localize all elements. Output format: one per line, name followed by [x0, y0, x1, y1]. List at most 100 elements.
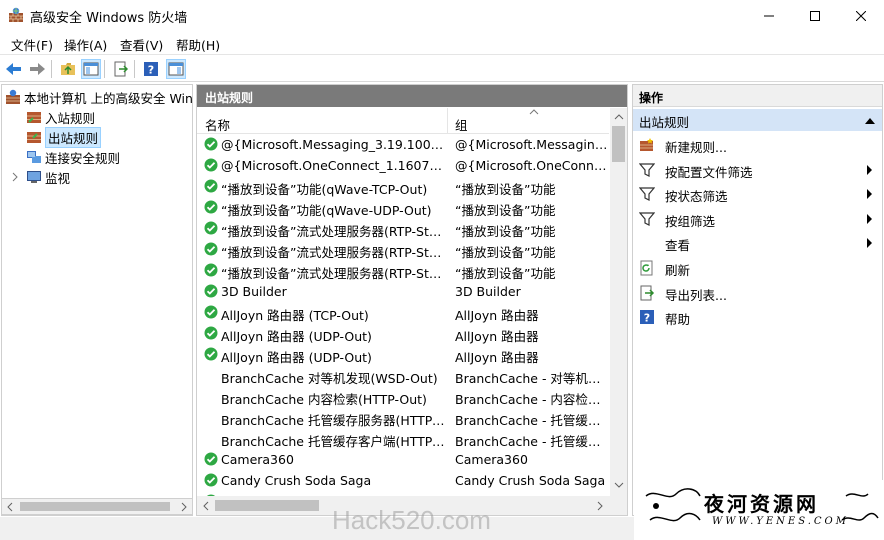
- tree-item-inbound-rules[interactable]: 入站规则: [26, 107, 95, 127]
- scroll-right-icon[interactable]: [595, 501, 605, 511]
- collapse-up-icon[interactable]: [865, 117, 875, 125]
- close-button[interactable]: [838, 0, 884, 31]
- menu-file[interactable]: 文件(F): [11, 35, 53, 54]
- action-label: 新建规则...: [665, 140, 727, 155]
- table-row[interactable]: BranchCache 托管缓存客户端(HTTP-O... BranchCache…: [197, 428, 609, 449]
- firewall-icon: [9, 7, 23, 22]
- table-row[interactable]: AllJoyn 路由器 (UDP-Out) AllJoyn 路由器: [197, 344, 609, 365]
- action-label: 刷新: [665, 263, 691, 278]
- filter-icon: [639, 162, 655, 177]
- menu-bar: 文件(F) 操作(A) 查看(V) 帮助(H): [0, 31, 884, 53]
- action-label: 导出列表...: [665, 287, 727, 303]
- action-item[interactable]: 按状态筛选: [633, 182, 882, 206]
- tree-item-connection-security[interactable]: 连接安全规则: [26, 147, 120, 167]
- rule-group: “播放到设备”功能: [455, 266, 556, 281]
- table-row[interactable]: BranchCache 对等机发现(WSD-Out) BranchCache - …: [197, 365, 609, 386]
- table-row[interactable]: BranchCache 内容检索(HTTP-Out) BranchCache - …: [197, 386, 609, 407]
- enabled-check-icon: [204, 347, 218, 361]
- table-row[interactable]: “播放到设备”流式处理服务器(RTP-Strea... “播放到设备”功能: [197, 239, 609, 260]
- minimize-icon: [764, 15, 774, 16]
- column-group-header[interactable]: 组: [455, 115, 468, 134]
- table-row[interactable]: @{Microsoft.OneConnect_1.1607.6.0_... @{M…: [197, 155, 609, 176]
- rule-group: Candy Crush Soda Saga: [455, 473, 606, 488]
- actions-pane: 操作 出站规则 新建规则... 按配置文件筛选 按状态筛选 按组筛选 查看 刷新 导出列表.…: [632, 84, 883, 516]
- rule-name: “播放到设备”功能(qWave-TCP-Out): [221, 182, 428, 197]
- action-item[interactable]: 导出列表...: [633, 281, 882, 305]
- toolbar-separator: [134, 60, 135, 78]
- table-row[interactable]: AllJoyn 路由器 (UDP-Out) AllJoyn 路由器: [197, 323, 609, 344]
- tree-scroll-thumb[interactable]: [20, 502, 170, 511]
- action-item[interactable]: 查看: [633, 231, 882, 255]
- scroll-down-icon[interactable]: [614, 480, 624, 490]
- window-title: 高级安全 Windows 防火墙: [30, 11, 188, 26]
- tree-horizontal-scrollbar[interactable]: [1, 498, 193, 515]
- table-row[interactable]: Candy Crush Soda Saga Candy Crush Soda Sa…: [197, 470, 609, 491]
- show-hide-action-button[interactable]: [166, 59, 186, 79]
- enabled-check-icon: [204, 242, 218, 256]
- up-button[interactable]: [58, 59, 78, 79]
- watermark-text: Hack520.com: [332, 505, 491, 535]
- table-row[interactable]: Camera360 Camera360: [197, 449, 609, 470]
- table-row[interactable]: “播放到设备”功能(qWave-TCP-Out) “播放到设备”功能: [197, 176, 609, 197]
- maximize-button[interactable]: [792, 0, 838, 31]
- vertical-scroll-thumb[interactable]: [612, 126, 625, 162]
- action-label: 按状态筛选: [665, 189, 728, 205]
- rule-group: @{Microsoft.OneConnect...: [455, 158, 609, 173]
- column-name-header[interactable]: 名称: [205, 115, 230, 134]
- table-row[interactable]: 3D Builder 3D Builder: [197, 281, 609, 302]
- help-button[interactable]: ?: [141, 59, 161, 79]
- title-bar: 高级安全 Windows 防火墙: [0, 0, 884, 31]
- show-hide-tree-icon: [83, 62, 99, 76]
- action-item[interactable]: ? 帮助: [633, 305, 882, 329]
- rule-name: Candy Crush Soda Saga: [221, 473, 372, 488]
- table-row[interactable]: “播放到设备”流式处理服务器(RTP-Strea... “播放到设备”功能: [197, 260, 609, 281]
- menu-view[interactable]: 查看(V): [120, 35, 163, 54]
- export-icon: [114, 61, 129, 77]
- refresh-icon: [640, 260, 653, 276]
- scroll-right-icon[interactable]: [179, 502, 189, 512]
- action-label: 按组筛选: [665, 213, 716, 229]
- table-row[interactable]: “播放到设备”功能(qWave-UDP-Out) “播放到设备”功能: [197, 197, 609, 218]
- rule-group: “播放到设备”功能: [455, 182, 556, 197]
- rule-name: “播放到设备”流式处理服务器(RTP-Strea...: [221, 266, 445, 281]
- minimize-button[interactable]: [746, 0, 792, 31]
- column-divider[interactable]: [447, 108, 448, 134]
- up-folder-icon: [61, 63, 75, 75]
- action-item[interactable]: 刷新: [633, 256, 882, 280]
- rule-group: “播放到设备”功能: [455, 245, 556, 260]
- enabled-check-icon: [204, 200, 218, 214]
- scroll-left-icon[interactable]: [5, 502, 15, 512]
- rule-name: “播放到设备”流式处理服务器(RTP-Strea...: [221, 224, 445, 239]
- show-hide-tree-button[interactable]: [81, 59, 101, 79]
- action-item[interactable]: 按组筛选: [633, 207, 882, 231]
- actions-section-header[interactable]: 出站规则: [633, 109, 882, 131]
- pane-title: 出站规则: [197, 85, 627, 107]
- export-list-icon: [640, 285, 655, 301]
- menu-action[interactable]: 操作(A): [64, 35, 107, 54]
- submenu-arrow-icon: [867, 189, 872, 200]
- actions-section-label: 出站规则: [639, 115, 690, 130]
- forward-button[interactable]: [27, 59, 47, 79]
- table-row[interactable]: BranchCache 托管缓存服务器(HTTP-O... BranchCache…: [197, 407, 609, 428]
- expand-chevron-icon[interactable]: [10, 172, 20, 182]
- navigation-tree: 本地计算机 上的高级安全 Windows 入站规则 出站规则 连接安全规则 监视: [1, 84, 193, 516]
- table-row[interactable]: @{Microsoft.Messaging_3.19.1001.0_... @{M…: [197, 134, 609, 155]
- menu-help[interactable]: 帮助(H): [176, 35, 220, 54]
- help-icon: ?: [144, 62, 158, 77]
- forward-arrow-icon: [30, 63, 45, 75]
- action-item[interactable]: 新建规则...: [633, 133, 882, 157]
- scroll-left-icon[interactable]: [201, 501, 211, 511]
- back-button[interactable]: [4, 59, 24, 79]
- action-item[interactable]: 按配置文件筛选: [633, 158, 882, 182]
- action-label: 帮助: [665, 312, 691, 328]
- tree-item-monitor[interactable]: 监视: [10, 167, 70, 187]
- scroll-up-icon[interactable]: [614, 112, 624, 122]
- export-button[interactable]: [111, 59, 131, 79]
- table-row[interactable]: “播放到设备”流式处理服务器(RTP-Strea... “播放到设备”功能: [197, 218, 609, 239]
- table-row[interactable]: AllJoyn 路由器 (TCP-Out) AllJoyn 路由器: [197, 302, 609, 323]
- enabled-check-icon: [204, 179, 218, 193]
- vertical-scrollbar[interactable]: [610, 108, 627, 496]
- tree-root[interactable]: 本地计算机 上的高级安全 Windows: [5, 87, 192, 107]
- horizontal-scroll-thumb[interactable]: [215, 500, 319, 511]
- tree-item-outbound-rules[interactable]: 出站规则: [26, 126, 102, 148]
